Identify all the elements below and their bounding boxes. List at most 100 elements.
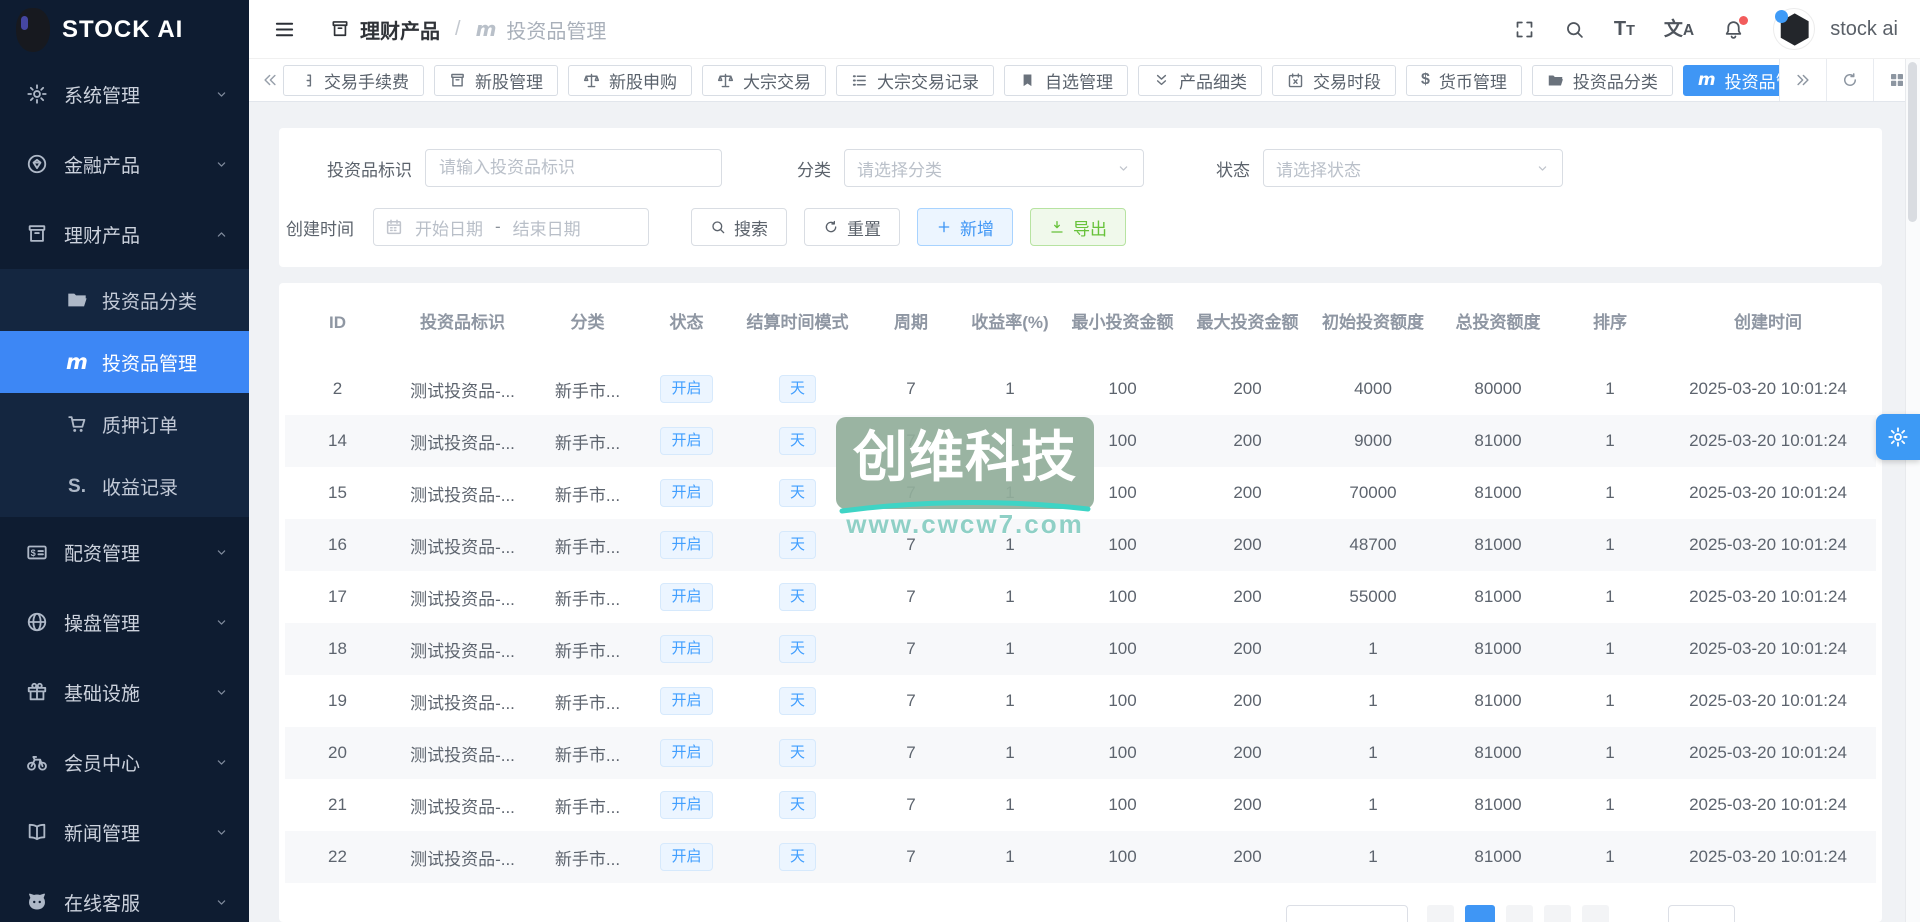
breadcrumb-section[interactable]: 理财产品 — [360, 15, 440, 44]
download-icon — [1049, 219, 1065, 235]
sidebar-item-investment-mgmt[interactable]: m 投资品管理 — [0, 331, 249, 393]
pager-page-button[interactable] — [1544, 905, 1571, 922]
export-button[interactable]: 导出 — [1030, 208, 1126, 246]
tab-block-trade[interactable]: 大宗交易 — [702, 64, 826, 96]
tab-trade-fee[interactable]: 交易手续费 — [283, 64, 424, 96]
cell-status: 开启 — [640, 519, 733, 571]
cell-period: 7 — [906, 639, 916, 658]
status-badge: 开启 — [660, 582, 713, 612]
notification-bell-icon[interactable] — [1723, 15, 1749, 40]
fullscreen-icon[interactable] — [1514, 19, 1535, 40]
reset-button[interactable]: 重置 — [804, 208, 900, 246]
font-size-icon[interactable]: TT — [1614, 19, 1635, 39]
status-select[interactable]: 请选择状态 — [1263, 149, 1563, 187]
cell-sort: 1 — [1605, 743, 1615, 762]
sdollar-icon: S. — [68, 475, 86, 497]
search-icon — [710, 219, 726, 235]
tab-currency-mgmt[interactable]: $ 货币管理 — [1406, 64, 1522, 96]
plus-icon — [936, 219, 952, 235]
tab-bar: 交易手续费 新股管理 新股申购 大宗交易 大宗交易记录 自选管理 产品细类 交易时段 $ 货币管理… — [249, 59, 1920, 102]
chevron-down-icon — [214, 685, 229, 700]
chevron-down-icon — [214, 157, 229, 172]
tab-trading-session[interactable]: 交易时段 — [1272, 64, 1396, 96]
tabs-scroll-left-icon[interactable] — [261, 71, 279, 89]
cell-total: 81000 — [1474, 431, 1522, 450]
folder-open-icon — [1547, 72, 1564, 89]
cell-total: 80000 — [1474, 379, 1522, 398]
pager-page-active[interactable] — [1465, 905, 1495, 922]
pager-page-button[interactable] — [1582, 905, 1609, 922]
sidebar-item-investment-category[interactable]: 投资品分类 — [0, 269, 249, 331]
tab-controls — [1779, 59, 1920, 101]
tab-new-stock-subscribe[interactable]: 新股申购 — [568, 64, 692, 96]
cell-mode: 天 — [733, 779, 862, 831]
table-header-row: ID 投资品标识 分类 状态 结算时间模式 周期 收益率(%) 最小投资金额 最大投资金额 初始投… — [285, 283, 1876, 363]
pager-prev-button[interactable] — [1427, 905, 1454, 922]
cell-min: 100 — [1108, 795, 1137, 814]
pager-jump-input[interactable] — [1668, 905, 1735, 922]
tab-list: 交易手续费 新股管理 新股申购 大宗交易 大宗交易记录 自选管理 产品细类 交易时段 $ 货币管理… — [283, 64, 1779, 96]
sidebar-item-infrastructure[interactable]: 基础设施 — [0, 657, 249, 727]
cell-initial: 55000 — [1349, 587, 1397, 606]
cell-sort: 1 — [1605, 847, 1615, 866]
category-select[interactable]: 请选择分类 — [844, 149, 1144, 187]
sidebar-item-pledge-orders[interactable]: 质押订单 — [0, 393, 249, 455]
vertical-scrollbar[interactable] — [1905, 59, 1920, 922]
cell-period: 7 — [906, 431, 916, 450]
tab-investment-category[interactable]: 投资品分类 — [1531, 64, 1673, 96]
mode-badge: 天 — [778, 426, 816, 456]
search-button[interactable]: 搜索 — [691, 208, 787, 246]
sidebar-item-member-center[interactable]: 会员中心 — [0, 727, 249, 797]
add-button[interactable]: 新增 — [917, 208, 1013, 246]
keyword-input[interactable] — [425, 149, 722, 187]
settings-gear-button[interactable] — [1876, 414, 1920, 460]
gear-icon — [1887, 426, 1909, 448]
tabs-refresh-icon[interactable] — [1826, 59, 1873, 101]
add-button-label: 新增 — [960, 219, 994, 239]
pager — [1427, 905, 1609, 922]
pager-page-button[interactable] — [1506, 905, 1533, 922]
tab-new-stock-mgmt[interactable]: 新股管理 — [434, 64, 558, 96]
sidebar-item-wealth-products[interactable]: 理财产品 — [0, 199, 249, 269]
tabs-scroll-right-icon[interactable] — [1779, 59, 1826, 101]
cell-total: 81000 — [1474, 743, 1522, 762]
avatar[interactable] — [1773, 8, 1816, 50]
cell-id: 17 — [328, 587, 347, 606]
sidebar-item-income-records[interactable]: S. 收益记录 — [0, 455, 249, 517]
status-badge: 开启 — [660, 842, 713, 872]
translate-icon[interactable]: 文A — [1664, 20, 1694, 39]
cell-rate: 1 — [1005, 691, 1015, 710]
sidebar-item-trading-mgmt[interactable]: 操盘管理 — [0, 587, 249, 657]
sidebar-item-system-mgmt[interactable]: 系统管理 — [0, 59, 249, 129]
tab-investment-mgmt[interactable]: m 投资品管理 — [1682, 64, 1779, 96]
folder-open-icon — [66, 289, 88, 311]
sidebar-item-funding-mgmt[interactable]: $ 配资管理 — [0, 517, 249, 587]
tab-watchlist-mgmt[interactable]: 自选管理 — [1004, 64, 1128, 96]
sidebar-collapse-icon[interactable] — [273, 18, 296, 41]
app-root: STOCK AI 系统管理 金融产品 理财产品 投资品分类 m 投资品管理 质押订单 S. 收益… — [0, 0, 1920, 922]
tab-label: 交易手续费 — [324, 72, 409, 92]
sidebar-item-news-mgmt[interactable]: 新闻管理 — [0, 797, 249, 867]
date-range-input[interactable]: 开始日期 - 结束日期 — [373, 208, 649, 246]
sidebar-item-finance-products[interactable]: 金融产品 — [0, 129, 249, 199]
page-size-select[interactable] — [1286, 905, 1408, 922]
sidebar-item-online-support[interactable]: 在线客服 — [0, 867, 249, 922]
cell-mode: 天 — [733, 571, 862, 623]
page-content: 投资品标识 分类 请选择分类 状态 请选择状态 创建时间 — [249, 102, 1920, 922]
sidebar-item-label: 投资品管理 — [102, 353, 198, 375]
cell-id: 19 — [328, 691, 347, 710]
tab-product-subcategory[interactable]: 产品细类 — [1138, 64, 1262, 96]
top-header: 理财产品 / m 投资品管理 TT 文A stock ai — [249, 0, 1920, 59]
chevron-down-icon — [1116, 161, 1131, 176]
cell-period: 7 — [906, 691, 916, 710]
tab-block-trade-records[interactable]: 大宗交易记录 — [836, 64, 994, 96]
mode-badge: 天 — [778, 374, 816, 404]
chevron-down-icon — [214, 545, 229, 560]
search-icon[interactable] — [1564, 19, 1585, 40]
scrollbar-thumb[interactable] — [1908, 62, 1917, 222]
cell-initial: 1 — [1368, 691, 1378, 710]
cell-rate: 1 — [1005, 379, 1015, 398]
cell-initial: 1 — [1368, 795, 1378, 814]
app-title: STOCK AI — [62, 15, 184, 43]
cell-max: 200 — [1233, 795, 1262, 814]
